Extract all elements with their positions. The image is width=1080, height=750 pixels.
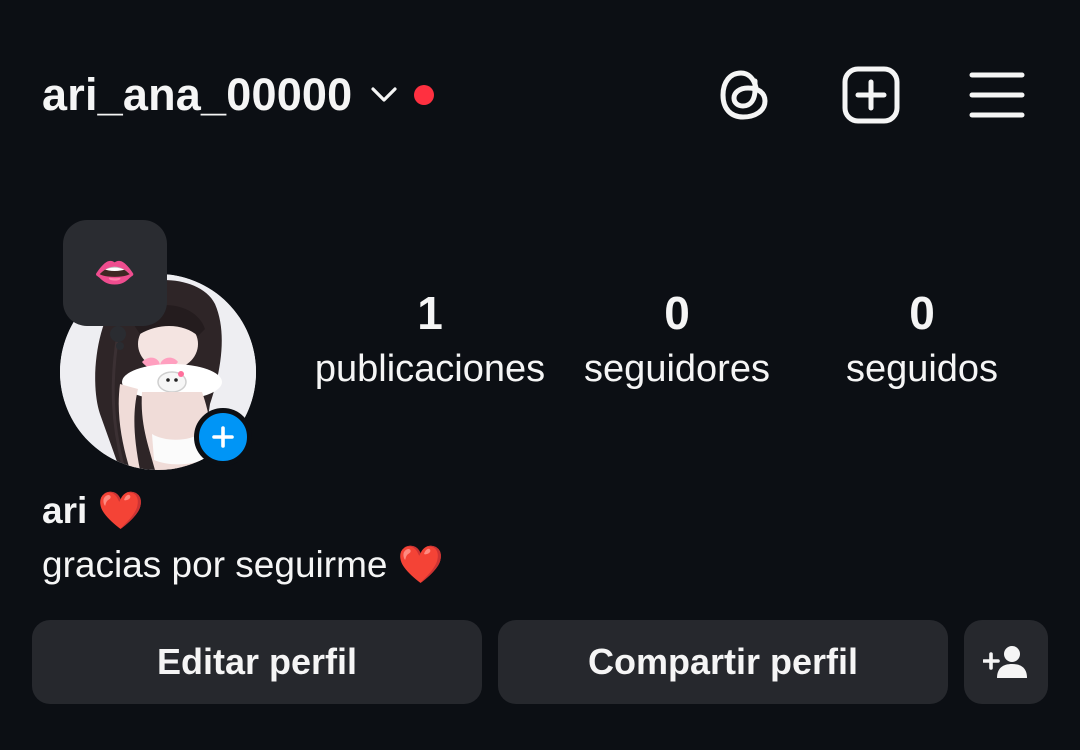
followers-count: 0	[664, 287, 690, 339]
stat-following[interactable]: 0 seguidos	[802, 282, 1042, 394]
share-profile-button[interactable]: Compartir perfil	[498, 620, 948, 704]
hamburger-menu-icon[interactable]	[966, 64, 1028, 126]
note-bubble-tail-small	[116, 342, 124, 350]
plus-square-icon[interactable]	[840, 64, 902, 126]
posts-label: publicaciones	[314, 348, 546, 390]
note-bubble-tail	[110, 326, 126, 342]
followers-label: seguidores	[584, 348, 770, 390]
plus-icon	[212, 426, 234, 448]
stat-followers[interactable]: 0 seguidores	[557, 282, 797, 394]
discover-people-button[interactable]	[964, 620, 1048, 704]
following-count: 0	[909, 287, 935, 339]
account-switcher[interactable]: ari_ana_00000	[42, 66, 435, 124]
username: ari_ana_00000	[42, 69, 353, 120]
posts-count: 1	[417, 287, 443, 339]
edit-profile-button[interactable]: Editar perfil	[32, 620, 482, 704]
note-text: 👄	[93, 254, 137, 292]
notification-dot	[414, 85, 435, 105]
profile-header: ari_ana_00000	[0, 0, 1080, 190]
display-name: ari ❤️	[42, 490, 144, 531]
bio-text: gracias por seguirme ❤️	[42, 544, 444, 585]
add-story-button[interactable]	[194, 408, 252, 466]
add-person-icon	[983, 646, 1027, 678]
stat-posts[interactable]: 1 publicaciones	[310, 282, 550, 394]
following-label: seguidos	[845, 348, 999, 390]
note-bubble[interactable]: 👄	[63, 220, 167, 326]
chevron-down-icon[interactable]	[370, 81, 398, 109]
avatar-area: 👄	[60, 218, 260, 478]
threads-icon[interactable]	[714, 64, 776, 126]
